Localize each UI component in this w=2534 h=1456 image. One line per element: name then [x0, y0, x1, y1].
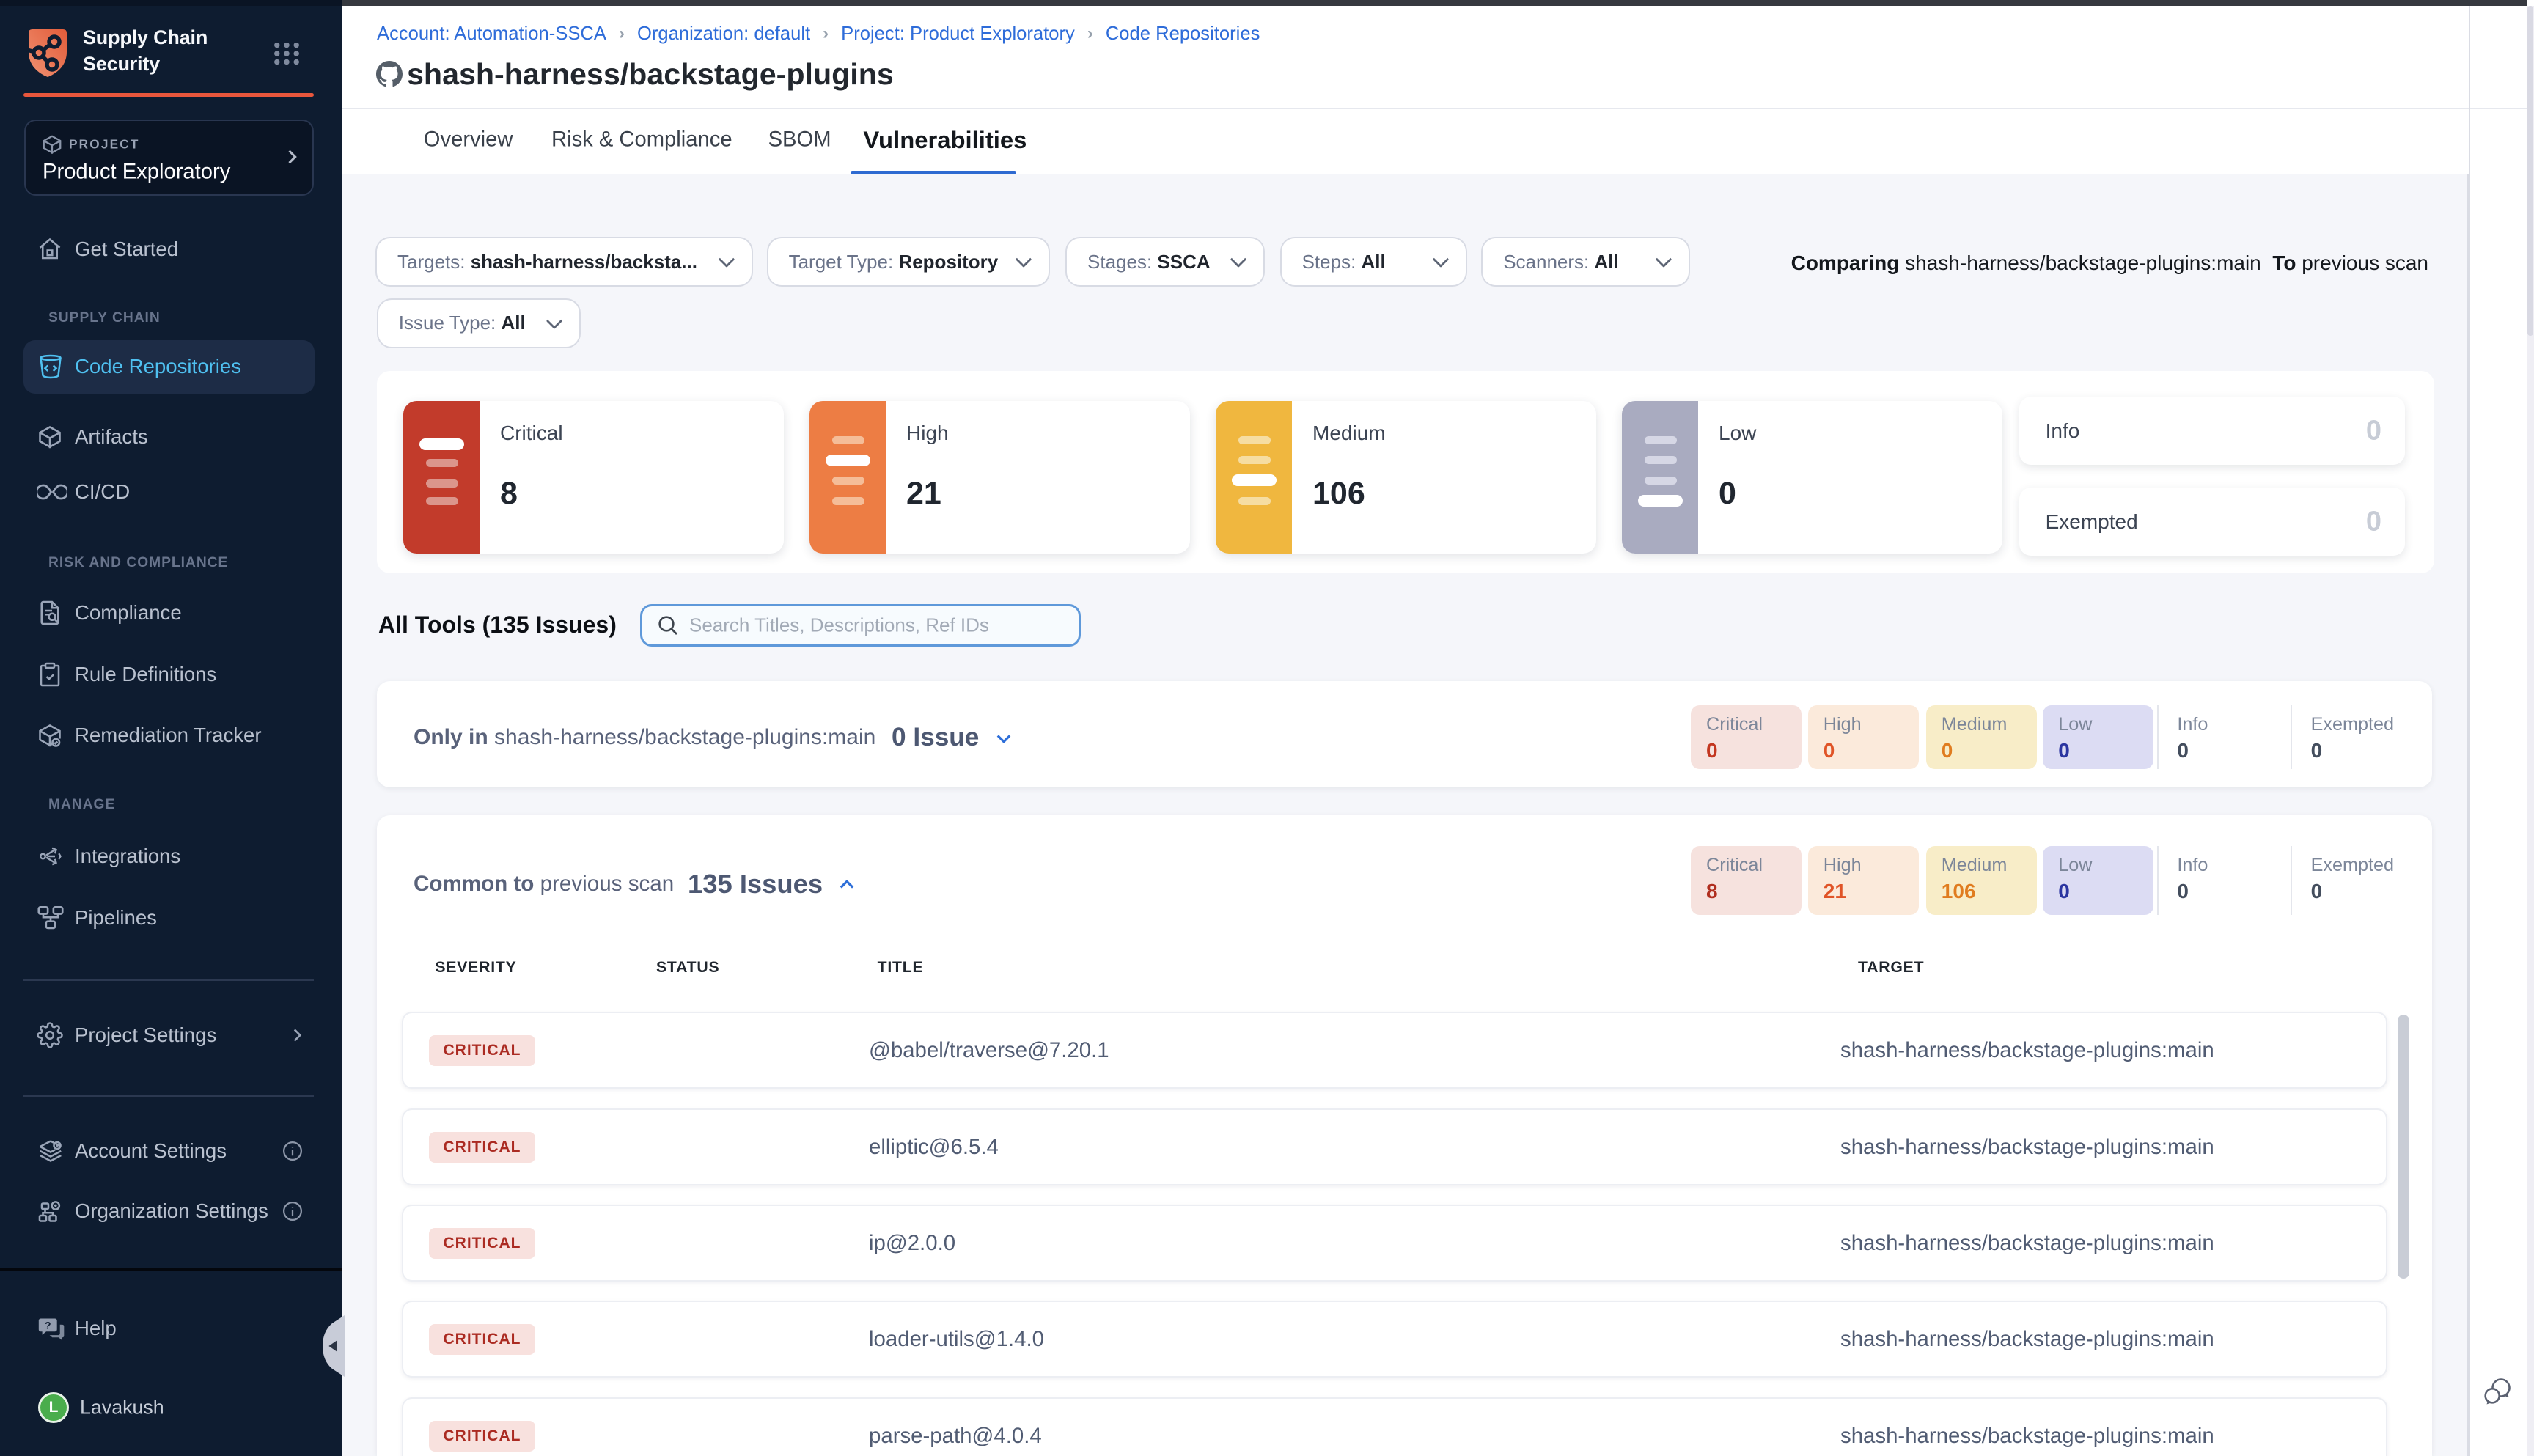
- svg-text:?: ?: [45, 1320, 51, 1331]
